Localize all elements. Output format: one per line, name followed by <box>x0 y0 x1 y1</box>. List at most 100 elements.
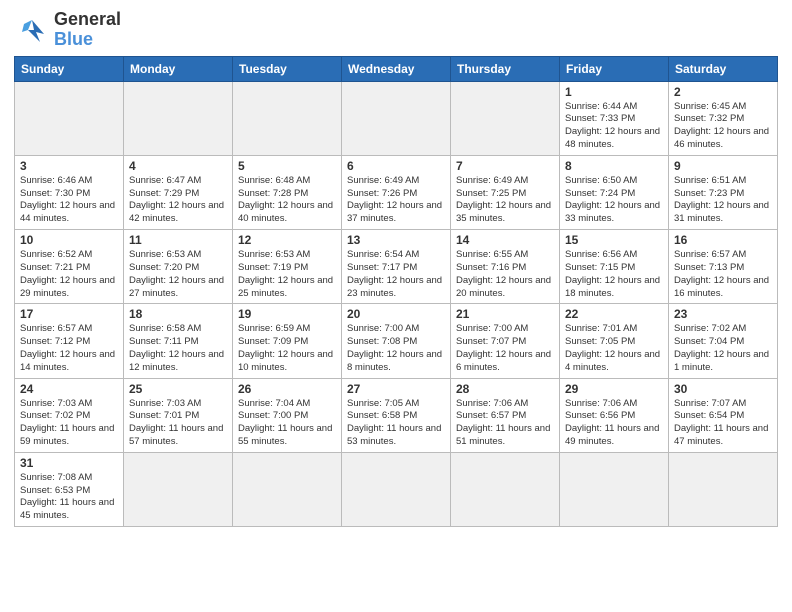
day-number: 29 <box>565 382 663 396</box>
calendar-cell <box>560 452 669 526</box>
calendar-cell: 24Sunrise: 7:03 AM Sunset: 7:02 PM Dayli… <box>15 378 124 452</box>
weekday-header-monday: Monday <box>124 56 233 81</box>
day-number: 28 <box>456 382 554 396</box>
calendar-cell <box>124 452 233 526</box>
logo: GeneralBlue <box>14 10 121 50</box>
header: GeneralBlue <box>14 10 778 50</box>
day-number: 18 <box>129 307 227 321</box>
calendar-cell: 16 Sunrise: 6:57 AM Sunset: 7:13 PM Dayli… <box>669 230 778 304</box>
calendar-cell <box>124 81 233 155</box>
weekday-header-tuesday: Tuesday <box>233 56 342 81</box>
calendar-cell: 31 Sunrise: 7:08 AM Sunset: 6:53 PM Dayli… <box>15 452 124 526</box>
day-info: Sunrise: 6:46 AM Sunset: 7:30 PM Dayligh… <box>20 175 118 226</box>
day-info: Sunrise: 6:49 AM Sunset: 7:26 PM Dayligh… <box>347 175 445 226</box>
day-info: Sunrise: 7:08 AM Sunset: 6:53 PM Dayligh… <box>20 472 118 523</box>
day-info: Sunrise: 6:56 AM Sunset: 7:15 PM Dayligh… <box>565 249 663 300</box>
day-info: Sunrise: 7:06 AM Sunset: 6:57 PM Dayligh… <box>456 398 554 449</box>
calendar-cell: 23Sunrise: 7:02 AM Sunset: 7:04 PM Dayli… <box>669 304 778 378</box>
day-info: Sunrise: 7:01 AM Sunset: 7:05 PM Dayligh… <box>565 323 663 374</box>
day-number: 4 <box>129 159 227 173</box>
day-info: Sunrise: 6:45 AM Sunset: 7:32 PM Dayligh… <box>674 101 772 152</box>
day-info: Sunrise: 7:04 AM Sunset: 7:00 PM Dayligh… <box>238 398 336 449</box>
calendar-cell <box>451 81 560 155</box>
day-number: 10 <box>20 233 118 247</box>
calendar-cell <box>233 81 342 155</box>
day-number: 22 <box>565 307 663 321</box>
day-number: 30 <box>674 382 772 396</box>
day-info: Sunrise: 7:05 AM Sunset: 6:58 PM Dayligh… <box>347 398 445 449</box>
calendar-cell: 6 Sunrise: 6:49 AM Sunset: 7:26 PM Daylig… <box>342 155 451 229</box>
day-info: Sunrise: 6:52 AM Sunset: 7:21 PM Dayligh… <box>20 249 118 300</box>
day-number: 1 <box>565 85 663 99</box>
calendar-cell: 3 Sunrise: 6:46 AM Sunset: 7:30 PM Daylig… <box>15 155 124 229</box>
day-info: Sunrise: 6:50 AM Sunset: 7:24 PM Dayligh… <box>565 175 663 226</box>
weekday-header-saturday: Saturday <box>669 56 778 81</box>
calendar-cell: 20 Sunrise: 7:00 AM Sunset: 7:08 PM Dayli… <box>342 304 451 378</box>
day-info: Sunrise: 6:49 AM Sunset: 7:25 PM Dayligh… <box>456 175 554 226</box>
calendar-cell: 12Sunrise: 6:53 AM Sunset: 7:19 PM Dayli… <box>233 230 342 304</box>
day-info: Sunrise: 6:58 AM Sunset: 7:11 PM Dayligh… <box>129 323 227 374</box>
day-info: Sunrise: 6:51 AM Sunset: 7:23 PM Dayligh… <box>674 175 772 226</box>
calendar-cell: 8 Sunrise: 6:50 AM Sunset: 7:24 PM Daylig… <box>560 155 669 229</box>
week-row-2: 3 Sunrise: 6:46 AM Sunset: 7:30 PM Daylig… <box>15 155 778 229</box>
logo-icon <box>14 16 50 44</box>
weekday-header-friday: Friday <box>560 56 669 81</box>
logo-text: GeneralBlue <box>54 10 121 50</box>
day-number: 21 <box>456 307 554 321</box>
calendar-cell <box>15 81 124 155</box>
week-row-5: 24Sunrise: 7:03 AM Sunset: 7:02 PM Dayli… <box>15 378 778 452</box>
day-number: 20 <box>347 307 445 321</box>
day-info: Sunrise: 7:03 AM Sunset: 7:02 PM Dayligh… <box>20 398 118 449</box>
day-number: 3 <box>20 159 118 173</box>
week-row-3: 10 Sunrise: 6:52 AM Sunset: 7:21 PM Dayli… <box>15 230 778 304</box>
day-info: Sunrise: 7:06 AM Sunset: 6:56 PM Dayligh… <box>565 398 663 449</box>
calendar-cell <box>669 452 778 526</box>
calendar-cell: 15 Sunrise: 6:56 AM Sunset: 7:15 PM Dayli… <box>560 230 669 304</box>
day-number: 5 <box>238 159 336 173</box>
day-number: 9 <box>674 159 772 173</box>
calendar-cell: 13 Sunrise: 6:54 AM Sunset: 7:17 PM Dayli… <box>342 230 451 304</box>
calendar-cell: 25Sunrise: 7:03 AM Sunset: 7:01 PM Dayli… <box>124 378 233 452</box>
day-number: 31 <box>20 456 118 470</box>
day-info: Sunrise: 7:00 AM Sunset: 7:08 PM Dayligh… <box>347 323 445 374</box>
day-number: 8 <box>565 159 663 173</box>
calendar-cell: 22 Sunrise: 7:01 AM Sunset: 7:05 PM Dayli… <box>560 304 669 378</box>
day-number: 7 <box>456 159 554 173</box>
calendar-cell <box>342 452 451 526</box>
calendar-cell <box>342 81 451 155</box>
day-info: Sunrise: 6:57 AM Sunset: 7:13 PM Dayligh… <box>674 249 772 300</box>
day-number: 2 <box>674 85 772 99</box>
calendar-cell: 14Sunrise: 6:55 AM Sunset: 7:16 PM Dayli… <box>451 230 560 304</box>
day-number: 15 <box>565 233 663 247</box>
day-info: Sunrise: 7:07 AM Sunset: 6:54 PM Dayligh… <box>674 398 772 449</box>
day-number: 25 <box>129 382 227 396</box>
day-number: 14 <box>456 233 554 247</box>
day-number: 26 <box>238 382 336 396</box>
calendar-cell: 28 Sunrise: 7:06 AM Sunset: 6:57 PM Dayli… <box>451 378 560 452</box>
weekday-header-row: SundayMondayTuesdayWednesdayThursdayFrid… <box>15 56 778 81</box>
day-number: 13 <box>347 233 445 247</box>
calendar-cell: 27 Sunrise: 7:05 AM Sunset: 6:58 PM Dayli… <box>342 378 451 452</box>
day-number: 27 <box>347 382 445 396</box>
day-number: 17 <box>20 307 118 321</box>
calendar: SundayMondayTuesdayWednesdayThursdayFrid… <box>14 56 778 528</box>
weekday-header-sunday: Sunday <box>15 56 124 81</box>
day-number: 19 <box>238 307 336 321</box>
day-info: Sunrise: 6:44 AM Sunset: 7:33 PM Dayligh… <box>565 101 663 152</box>
calendar-cell: 2 Sunrise: 6:45 AM Sunset: 7:32 PM Daylig… <box>669 81 778 155</box>
calendar-cell: 18 Sunrise: 6:58 AM Sunset: 7:11 PM Dayli… <box>124 304 233 378</box>
calendar-cell: 4Sunrise: 6:47 AM Sunset: 7:29 PM Daylig… <box>124 155 233 229</box>
day-number: 6 <box>347 159 445 173</box>
calendar-cell: 5Sunrise: 6:48 AM Sunset: 7:28 PM Daylig… <box>233 155 342 229</box>
day-info: Sunrise: 7:02 AM Sunset: 7:04 PM Dayligh… <box>674 323 772 374</box>
calendar-cell: 11Sunrise: 6:53 AM Sunset: 7:20 PM Dayli… <box>124 230 233 304</box>
calendar-cell: 21Sunrise: 7:00 AM Sunset: 7:07 PM Dayli… <box>451 304 560 378</box>
calendar-cell: 26 Sunrise: 7:04 AM Sunset: 7:00 PM Dayli… <box>233 378 342 452</box>
day-number: 16 <box>674 233 772 247</box>
day-info: Sunrise: 6:54 AM Sunset: 7:17 PM Dayligh… <box>347 249 445 300</box>
day-number: 12 <box>238 233 336 247</box>
calendar-cell: 19Sunrise: 6:59 AM Sunset: 7:09 PM Dayli… <box>233 304 342 378</box>
week-row-4: 17Sunrise: 6:57 AM Sunset: 7:12 PM Dayli… <box>15 304 778 378</box>
calendar-cell: 7 Sunrise: 6:49 AM Sunset: 7:25 PM Daylig… <box>451 155 560 229</box>
day-info: Sunrise: 6:53 AM Sunset: 7:20 PM Dayligh… <box>129 249 227 300</box>
